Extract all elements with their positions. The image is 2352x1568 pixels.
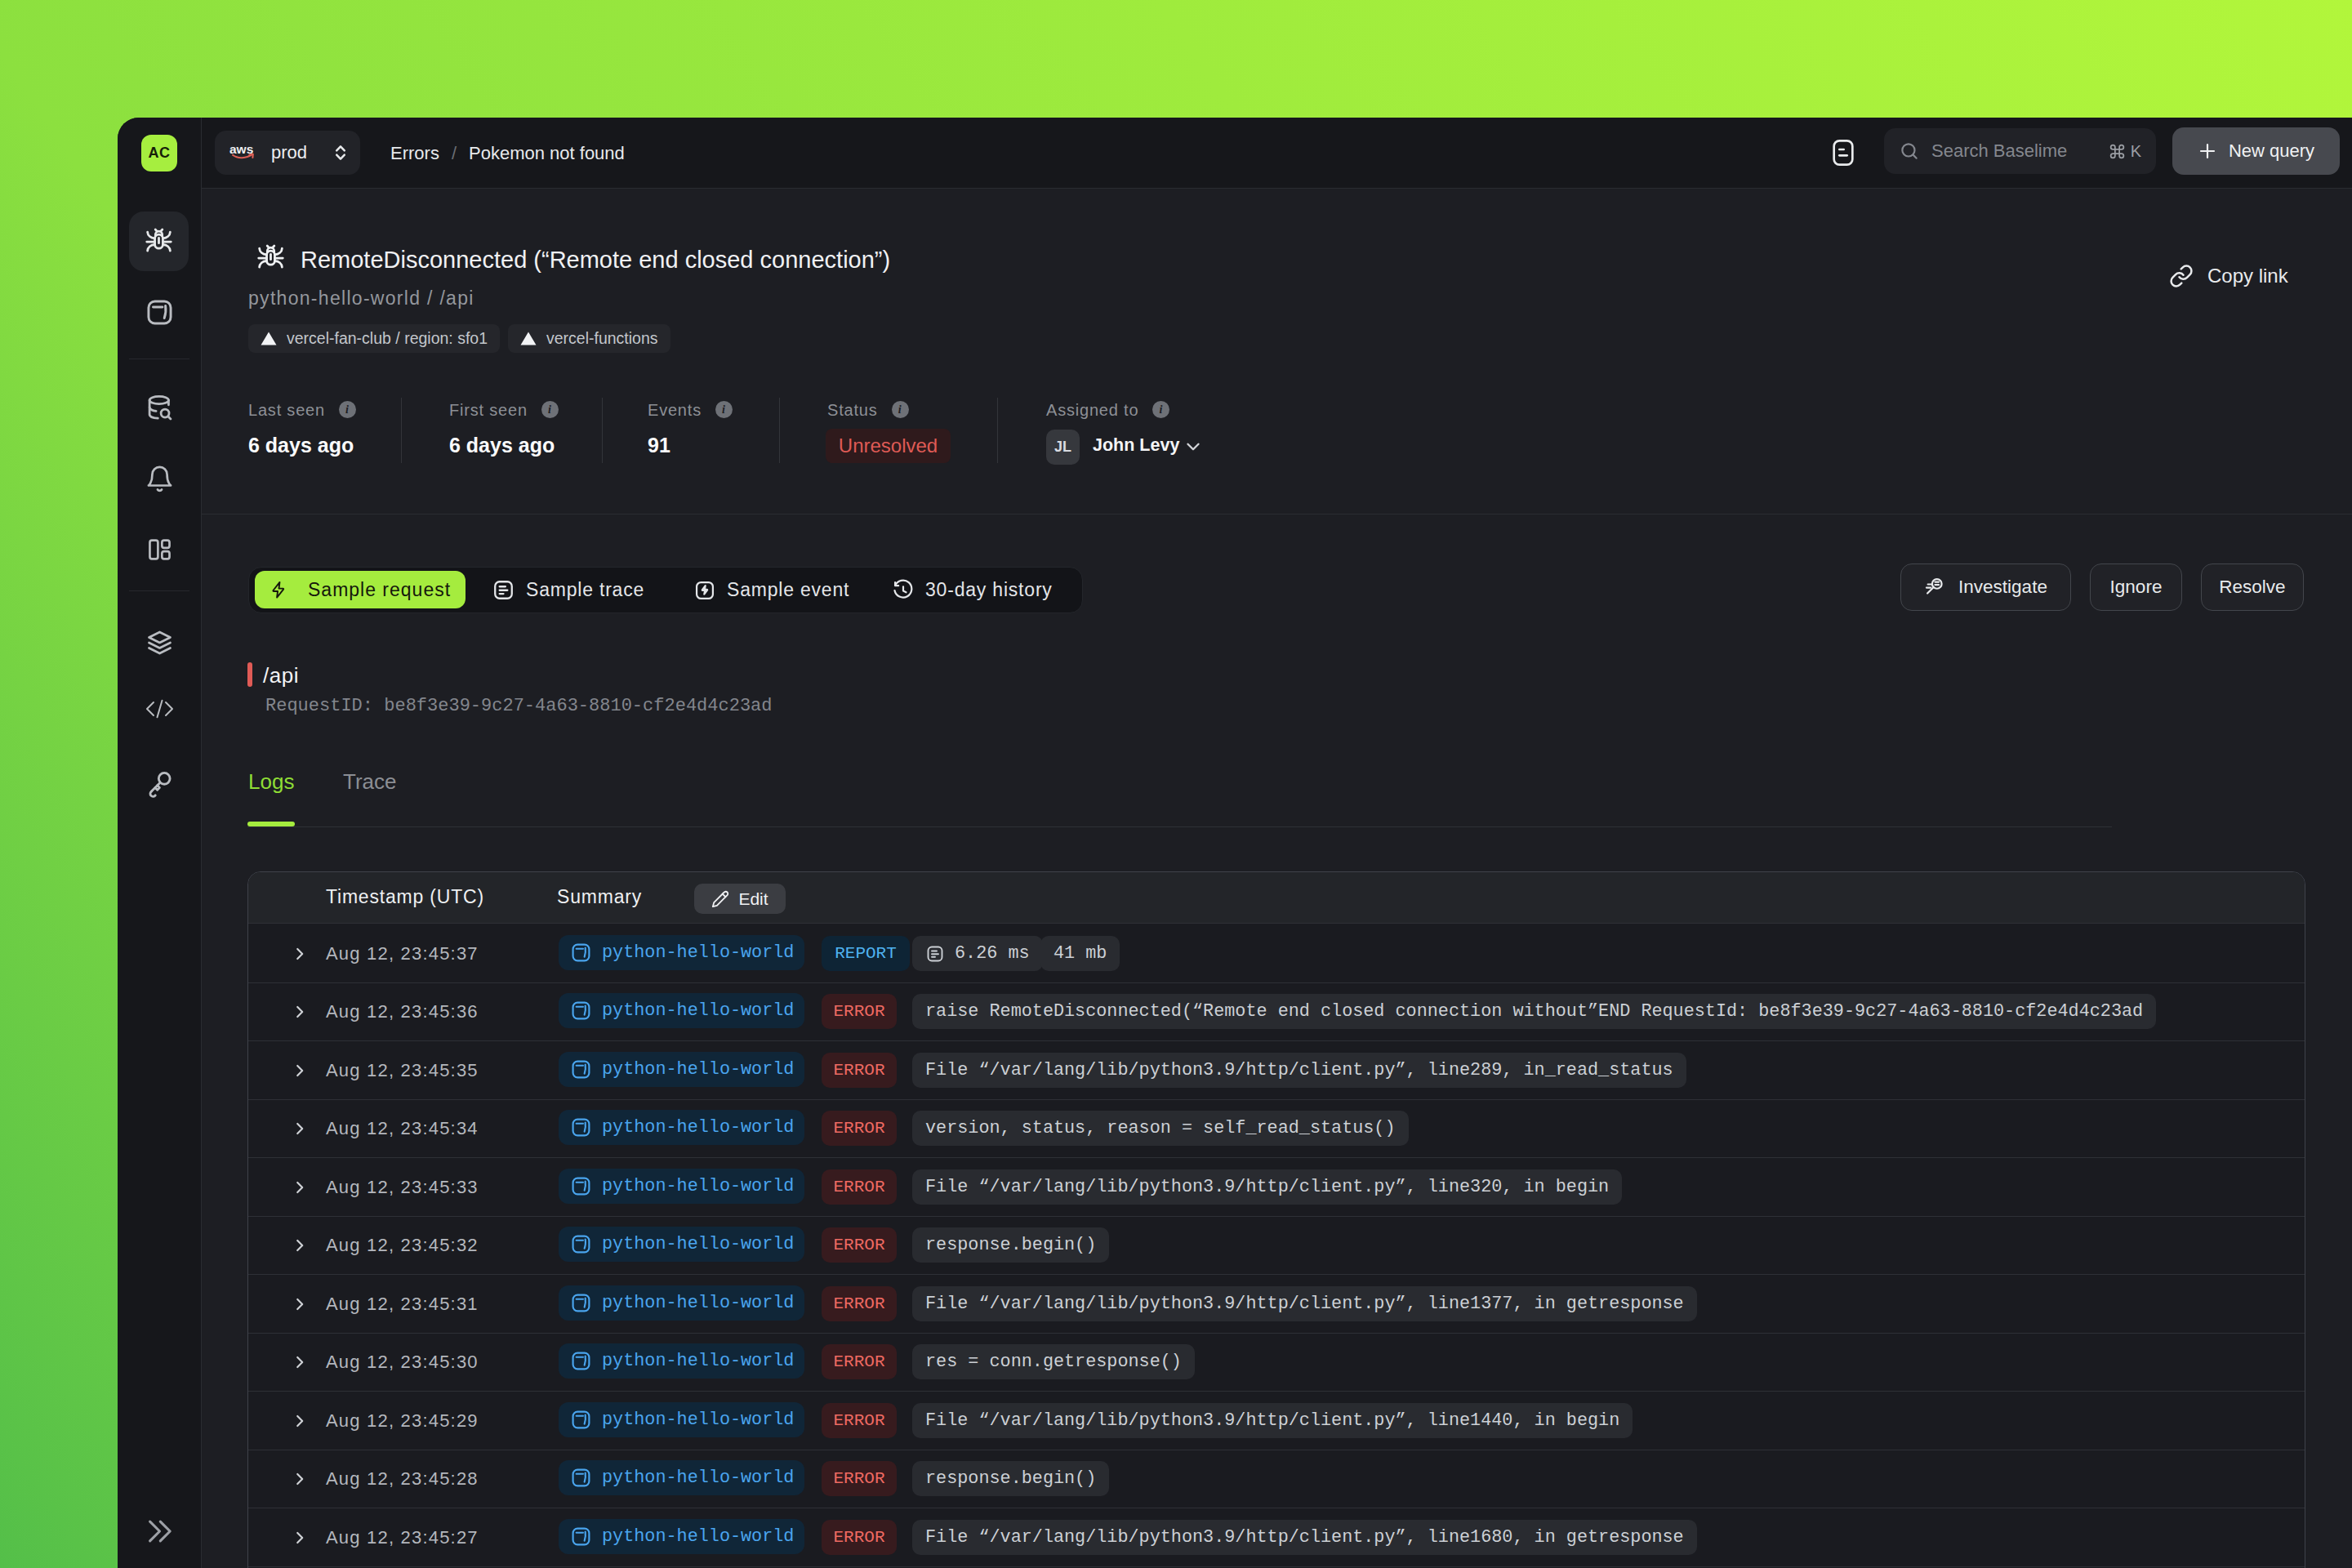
svg-text:aws: aws — [229, 142, 253, 156]
